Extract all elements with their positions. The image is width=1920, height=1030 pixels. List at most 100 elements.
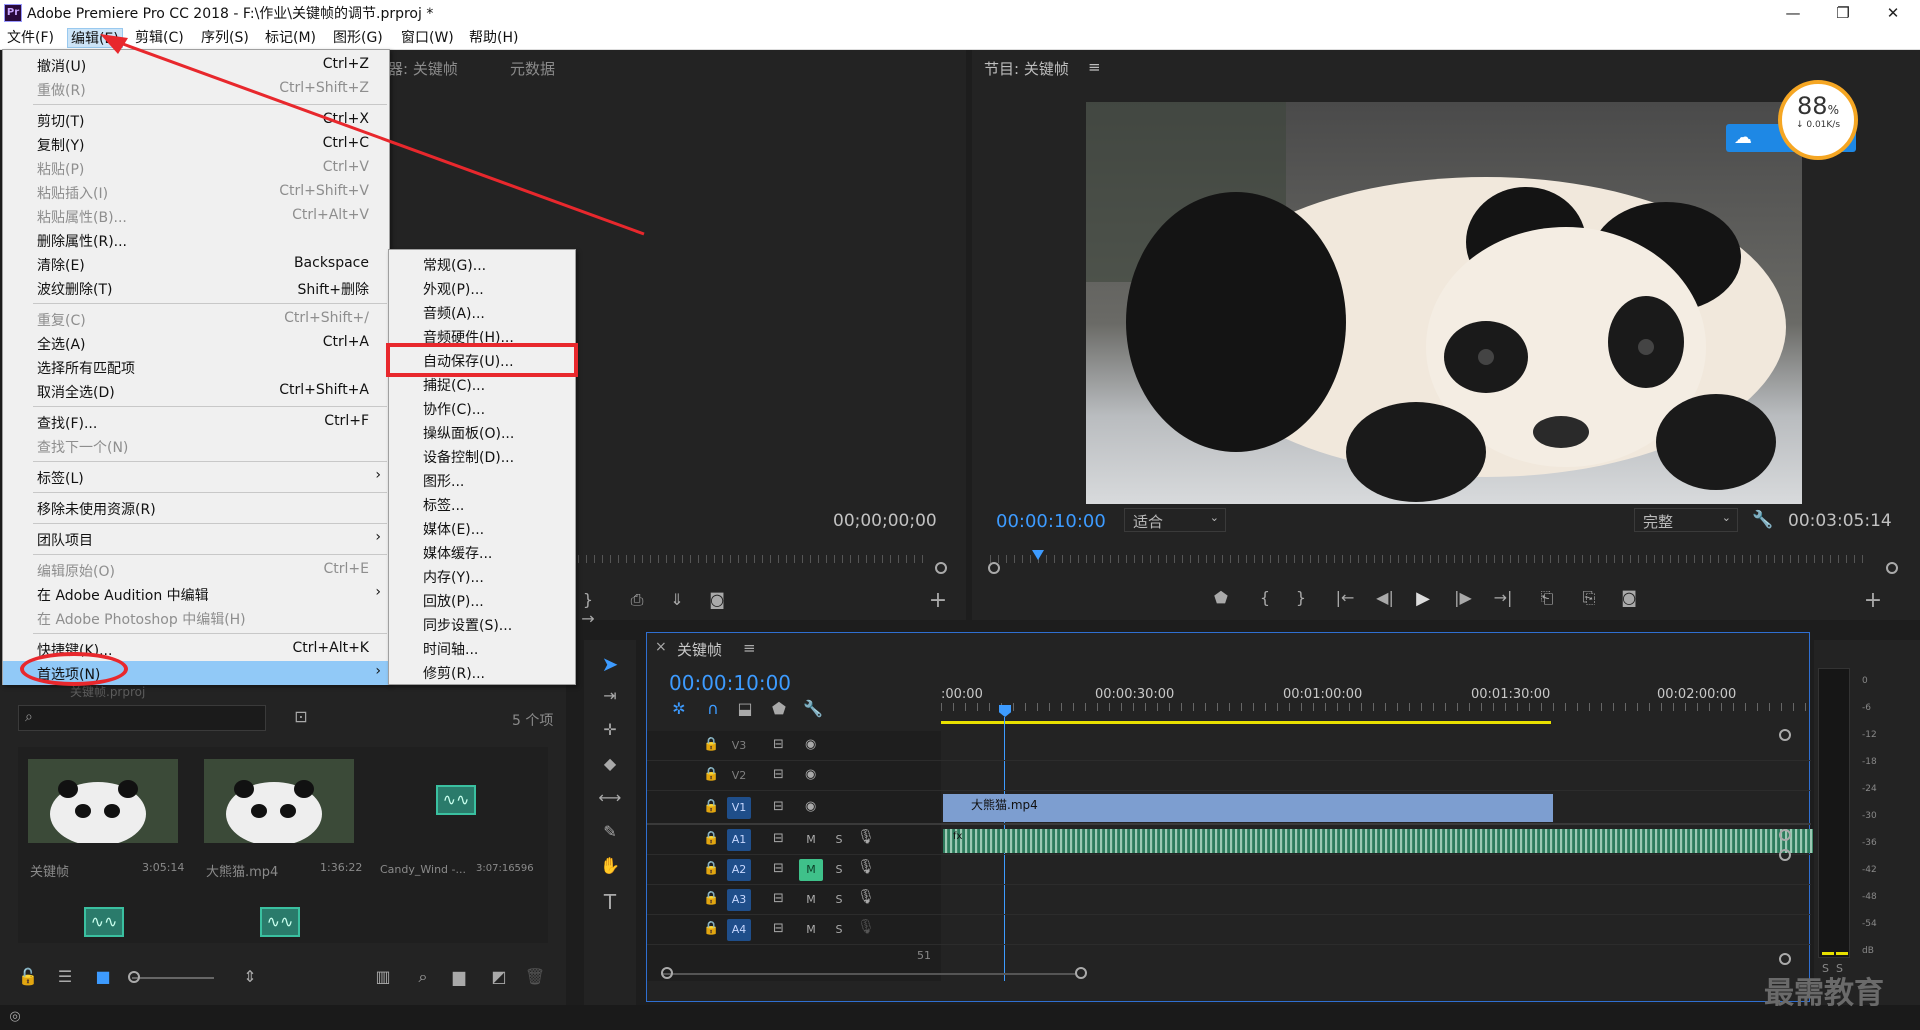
scroll-left-handle[interactable] — [661, 967, 673, 979]
menu-item-select-all[interactable]: 全选(A) Ctrl+A — [3, 331, 389, 355]
sync-lock-icon[interactable]: ⊟ — [773, 767, 784, 782]
project-item-thumbnail[interactable] — [204, 759, 354, 843]
audio-waveform-icon[interactable]: ∿∿ — [84, 907, 124, 937]
vertical-zoom-handle[interactable] — [1779, 829, 1791, 841]
solo-button[interactable]: S — [827, 829, 851, 851]
audio-waveform-icon[interactable]: ∿∿ — [436, 785, 476, 815]
add-marker-icon[interactable]: ⬟ — [1210, 588, 1232, 607]
timeline-settings-icon[interactable]: 🔧 — [803, 699, 823, 718]
lock-icon[interactable]: 🔒 — [703, 737, 719, 752]
nest-sequence-icon[interactable]: ✲ — [669, 699, 689, 718]
timeline-timecode[interactable]: 00:00:10:00 — [669, 671, 791, 695]
sync-lock-icon[interactable]: ⊟ — [773, 737, 784, 752]
menu-item-find-next[interactable]: 查找下一个(N) — [3, 434, 389, 458]
menu-item-edit-in-audition[interactable]: 在 Adobe Audition 中编辑 › — [3, 582, 389, 606]
quality-dropdown[interactable]: 完整 ⌄ — [1634, 508, 1738, 532]
menu-item-select-all-matching[interactable]: 选择所有匹配项 — [3, 355, 389, 379]
type-tool-icon[interactable]: T — [598, 890, 622, 914]
video-clip[interactable]: 大熊猫.mp4 — [943, 794, 1553, 822]
submenu-item-appearance[interactable]: 外观(P)... — [423, 279, 484, 299]
lock-icon[interactable]: 🔓 — [18, 967, 38, 986]
speed-widget[interactable]: 88% ↓ 0.01K/s — [1778, 80, 1858, 160]
work-area-bar[interactable] — [941, 721, 1551, 724]
track-label[interactable]: A2 — [727, 859, 751, 881]
submenu-item-capture[interactable]: 捕捉(C)... — [423, 375, 485, 395]
camera-icon[interactable]: ◙ — [1616, 588, 1642, 607]
source-zoom-handle[interactable] — [935, 562, 947, 574]
timeline-close-button[interactable]: × — [655, 639, 667, 655]
project-search-input[interactable]: ⌕ — [18, 705, 266, 731]
submenu-item-graphics[interactable]: 图形... — [423, 471, 464, 491]
linked-selection-icon[interactable]: ⬓ — [735, 699, 755, 718]
lock-icon[interactable]: 🔒 — [703, 921, 719, 936]
mark-in-icon[interactable]: { — [1254, 588, 1276, 607]
sort-icon[interactable]: ⇕ — [240, 967, 260, 986]
icon-view-icon[interactable]: ■ — [92, 967, 114, 986]
eye-icon[interactable]: ◉ — [805, 767, 816, 782]
maximize-button[interactable]: ❐ — [1820, 0, 1866, 26]
solo-button[interactable]: S — [827, 889, 851, 911]
trash-icon[interactable]: 🗑 — [524, 967, 546, 986]
menu-item-duplicate[interactable]: 重复(C) Ctrl+Shift+/ — [3, 307, 389, 331]
program-menu-icon[interactable]: ≡ — [1088, 58, 1101, 76]
solo-button[interactable]: S — [827, 859, 851, 881]
menu-item-edit-original[interactable]: 编辑原始(O) Ctrl+E — [3, 558, 389, 582]
lock-icon[interactable]: 🔒 — [703, 767, 719, 782]
menu-item-label[interactable]: 标签(L) › — [3, 465, 389, 489]
microphone-icon[interactable]: 🎙 — [855, 889, 877, 905]
list-view-icon[interactable]: ☰ — [54, 967, 76, 986]
menu-item-ripple-delete[interactable]: 波纹删除(T) Shift+删除 — [3, 276, 389, 300]
submenu-item-memory[interactable]: 内存(Y)... — [423, 567, 484, 587]
microphone-icon[interactable]: 🎙 — [855, 829, 877, 845]
timeline-playhead-handle[interactable] — [999, 705, 1011, 717]
minimize-button[interactable]: — — [1770, 0, 1816, 26]
submenu-item-media[interactable]: 媒体(E)... — [423, 519, 484, 539]
camera-icon[interactable]: ◙ — [704, 590, 730, 609]
program-zoom-left-handle[interactable] — [988, 562, 1000, 574]
program-playhead-timecode[interactable]: 00:00:10:00 — [996, 511, 1106, 532]
track-select-tool-icon[interactable]: ⇥ — [598, 686, 622, 705]
track-label[interactable]: V3 — [727, 735, 751, 757]
submenu-item-collaboration[interactable]: 协作(C)... — [423, 399, 485, 419]
mute-button[interactable]: M — [799, 859, 823, 881]
scroll-right-handle[interactable] — [1075, 967, 1087, 979]
track-label[interactable]: A3 — [727, 889, 751, 911]
lock-icon[interactable]: 🔒 — [703, 891, 719, 906]
play-icon[interactable]: ▶ — [1410, 588, 1436, 609]
submenu-item-timeline[interactable]: 时间轴... — [423, 639, 478, 659]
submenu-item-labels[interactable]: 标签... — [423, 495, 464, 515]
lift-icon[interactable]: ⎗ — [1534, 588, 1560, 608]
creative-cloud-icon[interactable]: ◎ — [6, 1009, 24, 1024]
step-back-icon[interactable]: ◀| — [1372, 588, 1398, 607]
menu-item-edit-in-photoshop[interactable]: 在 Adobe Photoshop 中编辑(H) — [3, 606, 389, 630]
vertical-zoom-handle[interactable] — [1779, 953, 1791, 965]
add-marker-icon[interactable]: ⬟ — [769, 699, 789, 718]
wrench-icon[interactable]: 🔧 — [1752, 510, 1774, 530]
eye-icon[interactable]: ◉ — [805, 737, 816, 752]
mute-button[interactable]: M — [799, 889, 823, 911]
sync-lock-icon[interactable]: ⊟ — [773, 891, 784, 906]
zoom-slider-handle[interactable] — [128, 971, 140, 983]
microphone-icon[interactable]: 🎙 — [855, 859, 877, 875]
audio-waveform-icon[interactable]: ∿∿ — [260, 907, 300, 937]
overwrite-icon[interactable]: ⇓ — [664, 590, 690, 609]
export-frame-icon[interactable]: ⎙ — [624, 590, 650, 610]
program-title[interactable]: 节目: 关键帧 — [984, 58, 1069, 79]
vertical-zoom-handle[interactable] — [1779, 849, 1791, 861]
lock-icon[interactable]: 🔒 — [703, 861, 719, 876]
menu-item-find[interactable]: 查找(F)... Ctrl+F — [3, 410, 389, 434]
mute-button[interactable]: M — [799, 919, 823, 941]
menu-item-team-projects[interactable]: 团队项目 › — [3, 527, 389, 551]
microphone-icon[interactable]: 🎙 — [855, 919, 877, 935]
fit-dropdown[interactable]: 适合 ⌄ — [1124, 508, 1226, 532]
program-add-button-icon[interactable]: + — [1862, 588, 1884, 613]
automate-icon[interactable]: ▥ — [372, 967, 394, 986]
track-label[interactable]: A1 — [727, 829, 751, 851]
folder-icon[interactable]: ▆ — [448, 967, 470, 986]
sync-lock-icon[interactable]: ⊟ — [773, 861, 784, 876]
submenu-item-playback[interactable]: 回放(P)... — [423, 591, 484, 611]
source-insert-icon[interactable]: }→ — [578, 590, 598, 628]
track-label[interactable]: A4 — [727, 919, 751, 941]
extract-icon[interactable]: ⎘ — [1576, 588, 1602, 608]
submenu-item-sync-settings[interactable]: 同步设置(S)... — [423, 615, 512, 635]
